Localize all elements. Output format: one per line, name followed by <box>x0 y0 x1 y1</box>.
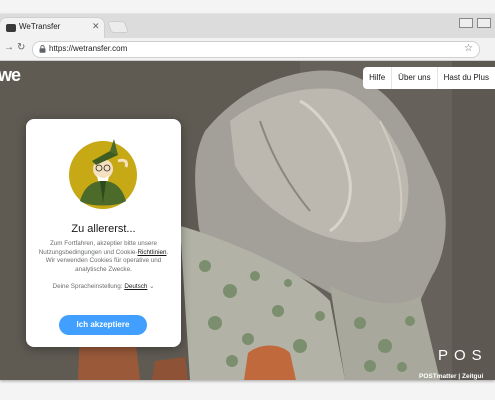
consent-title: Zu allererst... <box>71 223 136 235</box>
sponsor-brand-text: POS <box>438 347 488 364</box>
favicon-icon <box>6 24 16 32</box>
nav-about-link[interactable]: Über uns <box>391 67 436 89</box>
wetransfer-logo[interactable]: we <box>0 65 21 86</box>
nav-plus-link[interactable]: Hast du Plus <box>436 67 495 89</box>
sponsor-credit[interactable]: POSTmatter | Zeitgui <box>419 373 483 380</box>
top-navigation: Hilfe Über uns Hast du Plus <box>363 67 495 89</box>
page-content: we Hilfe Über uns Hast du Plus Zu allere… <box>0 61 495 380</box>
language-setting: Deine Spracheinstellung: Deutsch ⌄ <box>26 283 181 290</box>
forward-arrow-icon[interactable]: → <box>4 42 14 54</box>
reload-icon[interactable]: ↻ <box>17 42 25 54</box>
address-bar[interactable]: https://wetransfer.com ☆ <box>32 41 480 58</box>
consent-body: Zum Fortfahren, akzeptier bitte unsere N… <box>36 240 171 274</box>
tab-title: WeTransfer <box>19 22 61 31</box>
tab-strip: WeTransfer ✕ <box>0 14 495 38</box>
cookie-consent-card: Zu allererst... Zum Fortfahren, akzeptie… <box>26 119 181 347</box>
new-tab-button[interactable] <box>108 22 128 32</box>
cookie-policy-link[interactable]: Richtlinien <box>137 249 166 256</box>
minimize-window-icon[interactable] <box>459 18 473 28</box>
browser-toolbar: → ↻ https://wetransfer.com ☆ <box>0 38 495 61</box>
maximize-window-icon[interactable] <box>477 18 491 28</box>
browser-tab[interactable]: WeTransfer ✕ <box>0 18 104 38</box>
browser-window: WeTransfer ✕ → ↻ https://wetransfer.com … <box>0 14 495 380</box>
screenshot-frame: WeTransfer ✕ → ↻ https://wetransfer.com … <box>0 0 495 400</box>
bookmark-star-icon[interactable]: ☆ <box>464 43 473 54</box>
illustration-icon <box>69 139 137 209</box>
language-select[interactable]: Deutsch <box>124 283 147 290</box>
lock-icon <box>39 45 46 53</box>
close-tab-icon[interactable]: ✕ <box>92 21 100 31</box>
nav-help-link[interactable]: Hilfe <box>363 67 391 89</box>
accept-button[interactable]: Ich akzeptiere <box>59 315 147 335</box>
chevron-down-icon: ⌄ <box>149 283 155 290</box>
language-label: Deine Spracheinstellung: <box>52 283 123 290</box>
url-text: https://wetransfer.com <box>49 44 128 53</box>
